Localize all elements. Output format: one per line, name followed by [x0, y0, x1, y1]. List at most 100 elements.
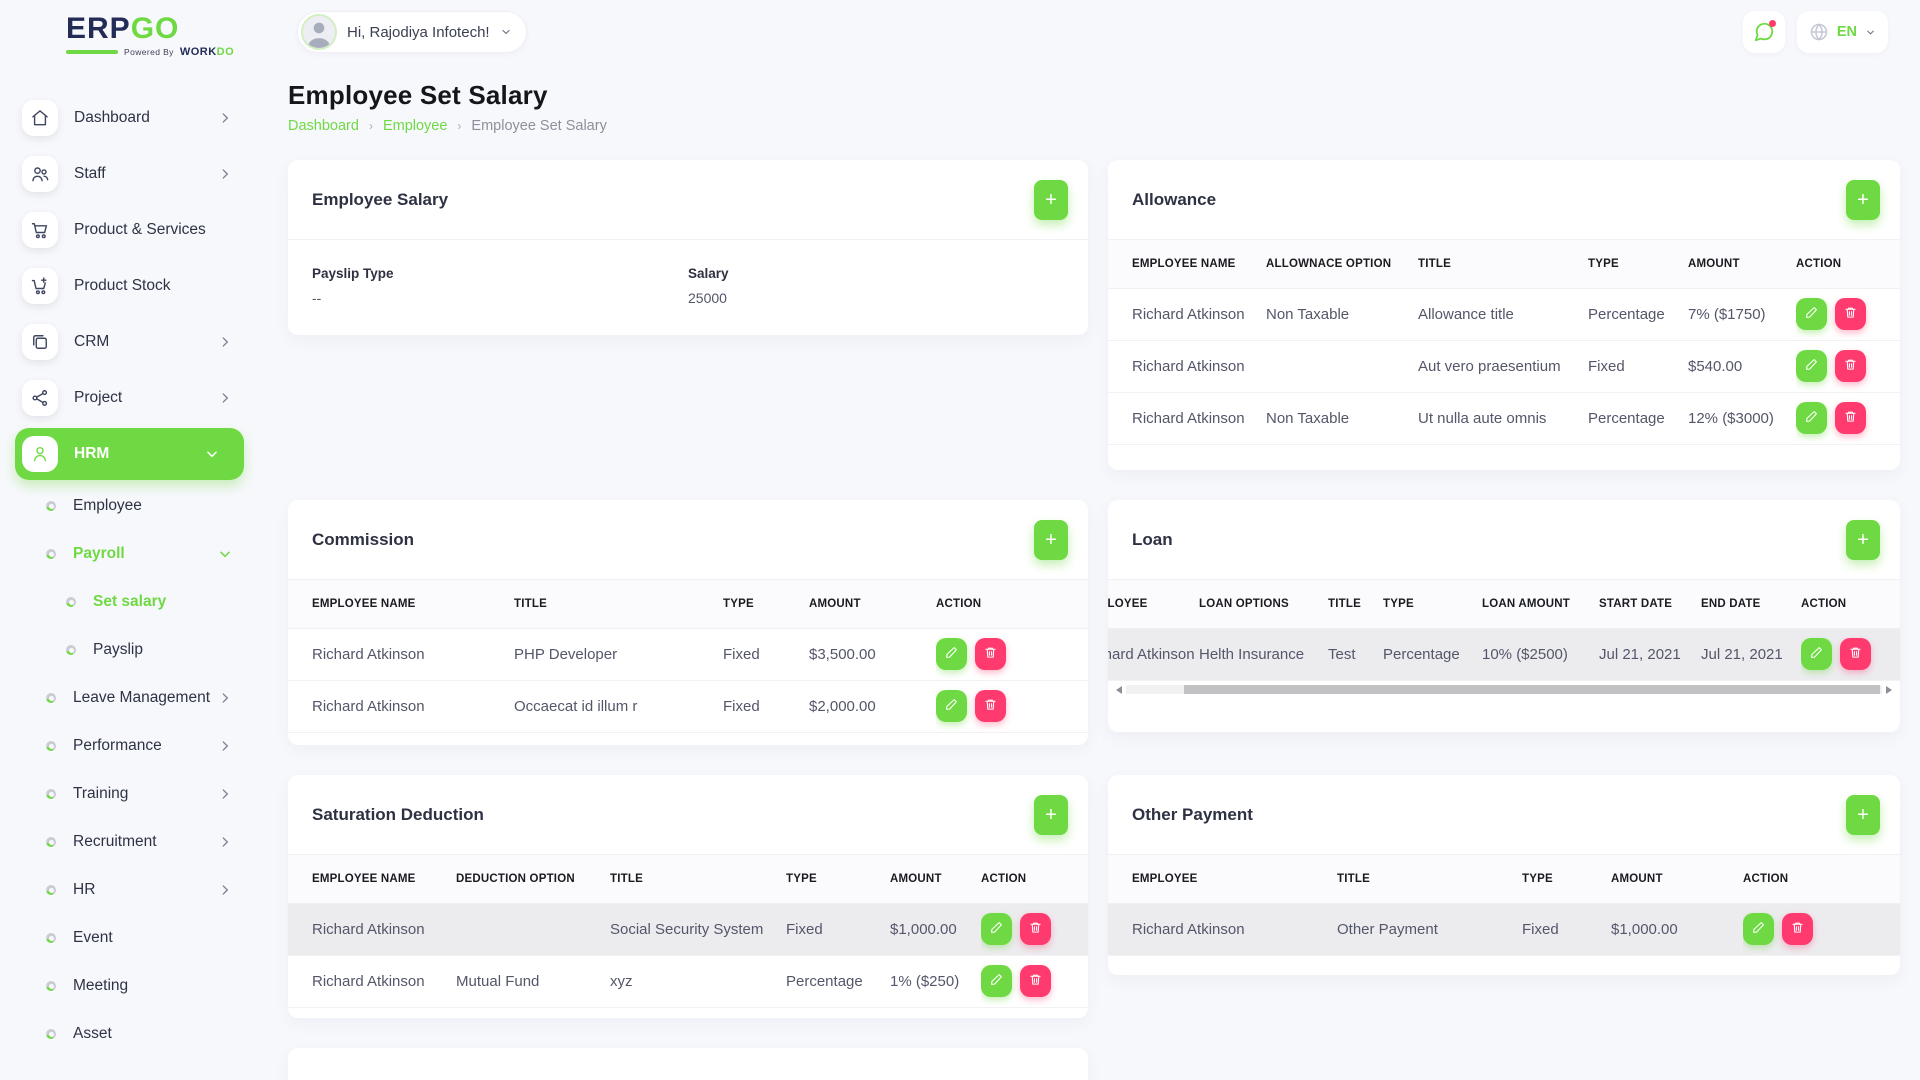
- add-employee-salary-button[interactable]: +: [1034, 180, 1068, 220]
- notifications-button[interactable]: [1743, 11, 1785, 53]
- add-commission-button[interactable]: +: [1034, 520, 1068, 560]
- user-avatar: [301, 14, 337, 50]
- edit-button[interactable]: [1796, 402, 1827, 434]
- sidebar-item-label: Product & Services: [74, 221, 206, 239]
- sidebar-item-training[interactable]: Training: [22, 770, 264, 818]
- logo-subline: Powered By WORKDO: [66, 46, 264, 58]
- sidebar-item-payslip[interactable]: Payslip: [22, 626, 264, 674]
- pencil-icon: [1805, 358, 1818, 374]
- delete-button[interactable]: [1840, 638, 1871, 670]
- sidebar-item-payroll[interactable]: Payroll: [22, 530, 264, 578]
- delete-button[interactable]: [975, 638, 1006, 670]
- edit-button[interactable]: [1743, 913, 1774, 945]
- bullet-icon: [46, 1029, 56, 1039]
- cell-start-date: Jul 21, 2021: [1599, 628, 1701, 680]
- payslip-type-label: Payslip Type: [312, 266, 688, 281]
- allowance-table: EMPLOYEE NAMEALLOWNACE OPTIONTITLETYPEAM…: [1108, 240, 1900, 445]
- user-menu[interactable]: Hi, Rajodiya Infotech!: [297, 11, 527, 53]
- chevron-right-icon: [218, 739, 232, 753]
- add-loan-button[interactable]: +: [1846, 520, 1880, 560]
- sidebar-item-product-services[interactable]: Product & Services: [22, 202, 264, 258]
- horizontal-scrollbar[interactable]: [1114, 684, 1894, 696]
- cart-plus-icon: [22, 268, 58, 304]
- language-code: EN: [1837, 24, 1857, 40]
- sidebar-item-set-salary[interactable]: Set salary: [22, 578, 264, 626]
- sidebar-item-dashboard[interactable]: Dashboard: [22, 90, 264, 146]
- sidebar-item-performance[interactable]: Performance: [22, 722, 264, 770]
- cell-type: Percentage: [1383, 628, 1482, 680]
- column-header-loan-amount: LOAN AMOUNT: [1482, 580, 1599, 628]
- edit-button[interactable]: [1801, 638, 1832, 670]
- sidebar-item-staff[interactable]: Staff: [22, 146, 264, 202]
- cell-type: Fixed: [786, 903, 890, 955]
- workdo-work: WORK: [180, 46, 217, 58]
- edit-button[interactable]: [936, 690, 967, 722]
- sidebar-item-label: Leave Management: [73, 689, 210, 707]
- delete-button[interactable]: [1835, 402, 1866, 434]
- column-header-loan-options: LOAN OPTIONS: [1199, 580, 1328, 628]
- add-allowance-button[interactable]: +: [1846, 180, 1880, 220]
- column-header-employee: EMPLOYEE: [1108, 580, 1199, 628]
- sidebar-item-meeting[interactable]: Meeting: [22, 962, 264, 1010]
- cell-employee: Richard Atkinson: [1108, 903, 1337, 955]
- sidebar-item-employee[interactable]: Employee: [22, 482, 264, 530]
- column-header-type: TYPE: [1522, 855, 1611, 903]
- add-saturation-deduction-button[interactable]: +: [1034, 795, 1068, 835]
- sidebar-item-leave-management[interactable]: Leave Management: [22, 674, 264, 722]
- scroll-right-arrow[interactable]: [1886, 686, 1892, 694]
- breadcrumb-dashboard[interactable]: Dashboard: [288, 118, 359, 134]
- card-title: Loan: [1132, 530, 1173, 550]
- edit-button[interactable]: [1796, 350, 1827, 382]
- edit-button[interactable]: [981, 965, 1012, 997]
- cart-icon: [22, 212, 58, 248]
- sidebar-item-crm[interactable]: CRM: [22, 314, 264, 370]
- sidebar-item-label: Asset: [73, 1025, 112, 1043]
- delete-button[interactable]: [1020, 913, 1051, 945]
- edit-button[interactable]: [936, 638, 967, 670]
- app-logo[interactable]: ERPGO Powered By WORKDO: [66, 12, 264, 58]
- delete-button[interactable]: [1835, 298, 1866, 330]
- commission-table: EMPLOYEE NAMETITLETYPEAMOUNTACTIONRichar…: [288, 580, 1088, 733]
- column-header-type: TYPE: [1588, 240, 1688, 288]
- delete-button[interactable]: [1782, 913, 1813, 945]
- pencil-icon: [990, 973, 1003, 989]
- delete-button[interactable]: [1835, 350, 1866, 382]
- cell-action: [981, 903, 1088, 955]
- edit-button[interactable]: [1796, 298, 1827, 330]
- sidebar-item-recruitment[interactable]: Recruitment: [22, 818, 264, 866]
- column-header-amount: AMOUNT: [890, 855, 981, 903]
- sidebar: ERPGO Powered By WORKDO DashboardStaff Pr…: [0, 0, 264, 1080]
- column-header-amount: AMOUNT: [1688, 240, 1796, 288]
- column-header-start-date: START DATE: [1599, 580, 1701, 628]
- sidebar-item-product-stock[interactable]: Product Stock: [22, 258, 264, 314]
- salary-label: Salary: [688, 266, 1064, 281]
- sidebar-item-hrm[interactable]: HRM: [15, 428, 244, 480]
- delete-button[interactable]: [1020, 965, 1051, 997]
- column-header-type: TYPE: [723, 580, 809, 628]
- bullet-icon: [66, 597, 76, 607]
- column-header-action: ACTION: [1801, 580, 1900, 628]
- plus-icon: +: [1045, 805, 1057, 825]
- other-payment-card: Other Payment + EMPLOYEETITLETYPEAMOUNTA…: [1108, 775, 1900, 975]
- scrollbar-thumb[interactable]: [1184, 685, 1880, 694]
- breadcrumb-employee[interactable]: Employee: [383, 118, 447, 134]
- edit-button[interactable]: [981, 913, 1012, 945]
- sidebar-item-asset[interactable]: Asset: [22, 1010, 264, 1058]
- bullet-icon: [46, 837, 56, 847]
- card-title: Commission: [312, 530, 414, 550]
- cell-title: Allowance title: [1418, 288, 1588, 340]
- sidebar-item-label: Employee: [73, 497, 142, 515]
- logo-underline: [66, 50, 118, 54]
- delete-button[interactable]: [975, 690, 1006, 722]
- sidebar-item-label: Meeting: [73, 977, 128, 995]
- bullet-icon: [46, 789, 56, 799]
- chevron-right-icon: [218, 835, 232, 849]
- scroll-left-arrow[interactable]: [1116, 686, 1122, 694]
- breadcrumb-current: Employee Set Salary: [471, 118, 606, 134]
- sidebar-item-hr[interactable]: HR: [22, 866, 264, 914]
- sidebar-item-project[interactable]: Project: [22, 370, 264, 426]
- sidebar-item-event[interactable]: Event: [22, 914, 264, 962]
- add-other-payment-button[interactable]: +: [1846, 795, 1880, 835]
- sidebar-item-label: Performance: [73, 737, 162, 755]
- language-selector[interactable]: EN: [1797, 11, 1888, 53]
